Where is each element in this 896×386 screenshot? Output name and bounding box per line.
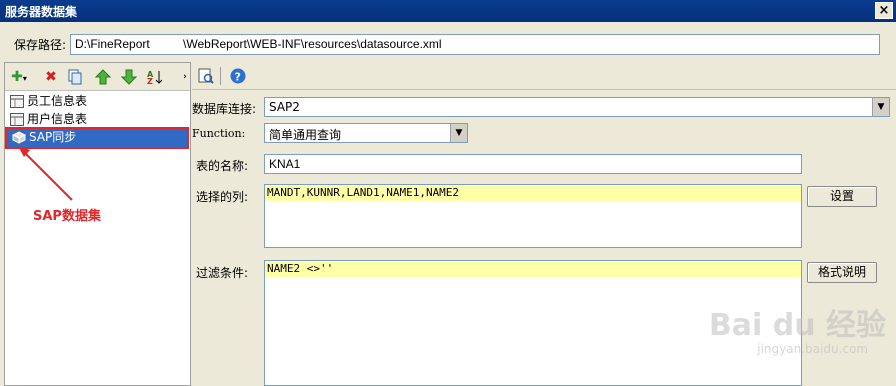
function-value: 简单通用查询 [269,128,342,142]
chevron-down-icon[interactable]: ▼ [450,124,467,142]
baidu-watermark-url: jingyan.baidu.com [757,342,868,356]
baidu-watermark: Bai du 经验 [708,308,886,343]
filter-condition-value: NAME2 <>'' [265,261,801,277]
help-icon[interactable]: ? [230,68,246,84]
toolbar-divider [220,67,221,85]
filter-condition-label: 过滤条件: [196,266,249,280]
db-connection-select[interactable]: SAP2 ▼ [264,97,890,117]
table-name-input[interactable]: KNA1 [264,154,802,174]
selected-columns-value: MANDT,KUNNR,LAND1,NAME1,NAME2 [265,185,801,201]
selected-columns-input[interactable]: MANDT,KUNNR,LAND1,NAME1,NAME2 [264,184,802,248]
chevron-down-icon[interactable]: ▼ [872,98,889,116]
format-help-button[interactable]: 格式说明 [807,262,877,283]
table-name-label: 表的名称: [196,159,249,173]
function-label: Function: [192,127,246,140]
svg-text:?: ? [235,71,241,84]
db-connection-label: 数据库连接: [192,102,257,116]
sap-dataset-annotation: SAP数据集 [33,209,101,224]
function-select[interactable]: 简单通用查询 ▼ [264,123,468,143]
editor-toolbar: ? [192,62,896,90]
preview-icon[interactable] [198,68,214,84]
columns-settings-button[interactable]: 设置 [807,186,877,207]
db-connection-value: SAP2 [269,100,300,114]
selected-columns-label: 选择的列: [196,190,249,204]
